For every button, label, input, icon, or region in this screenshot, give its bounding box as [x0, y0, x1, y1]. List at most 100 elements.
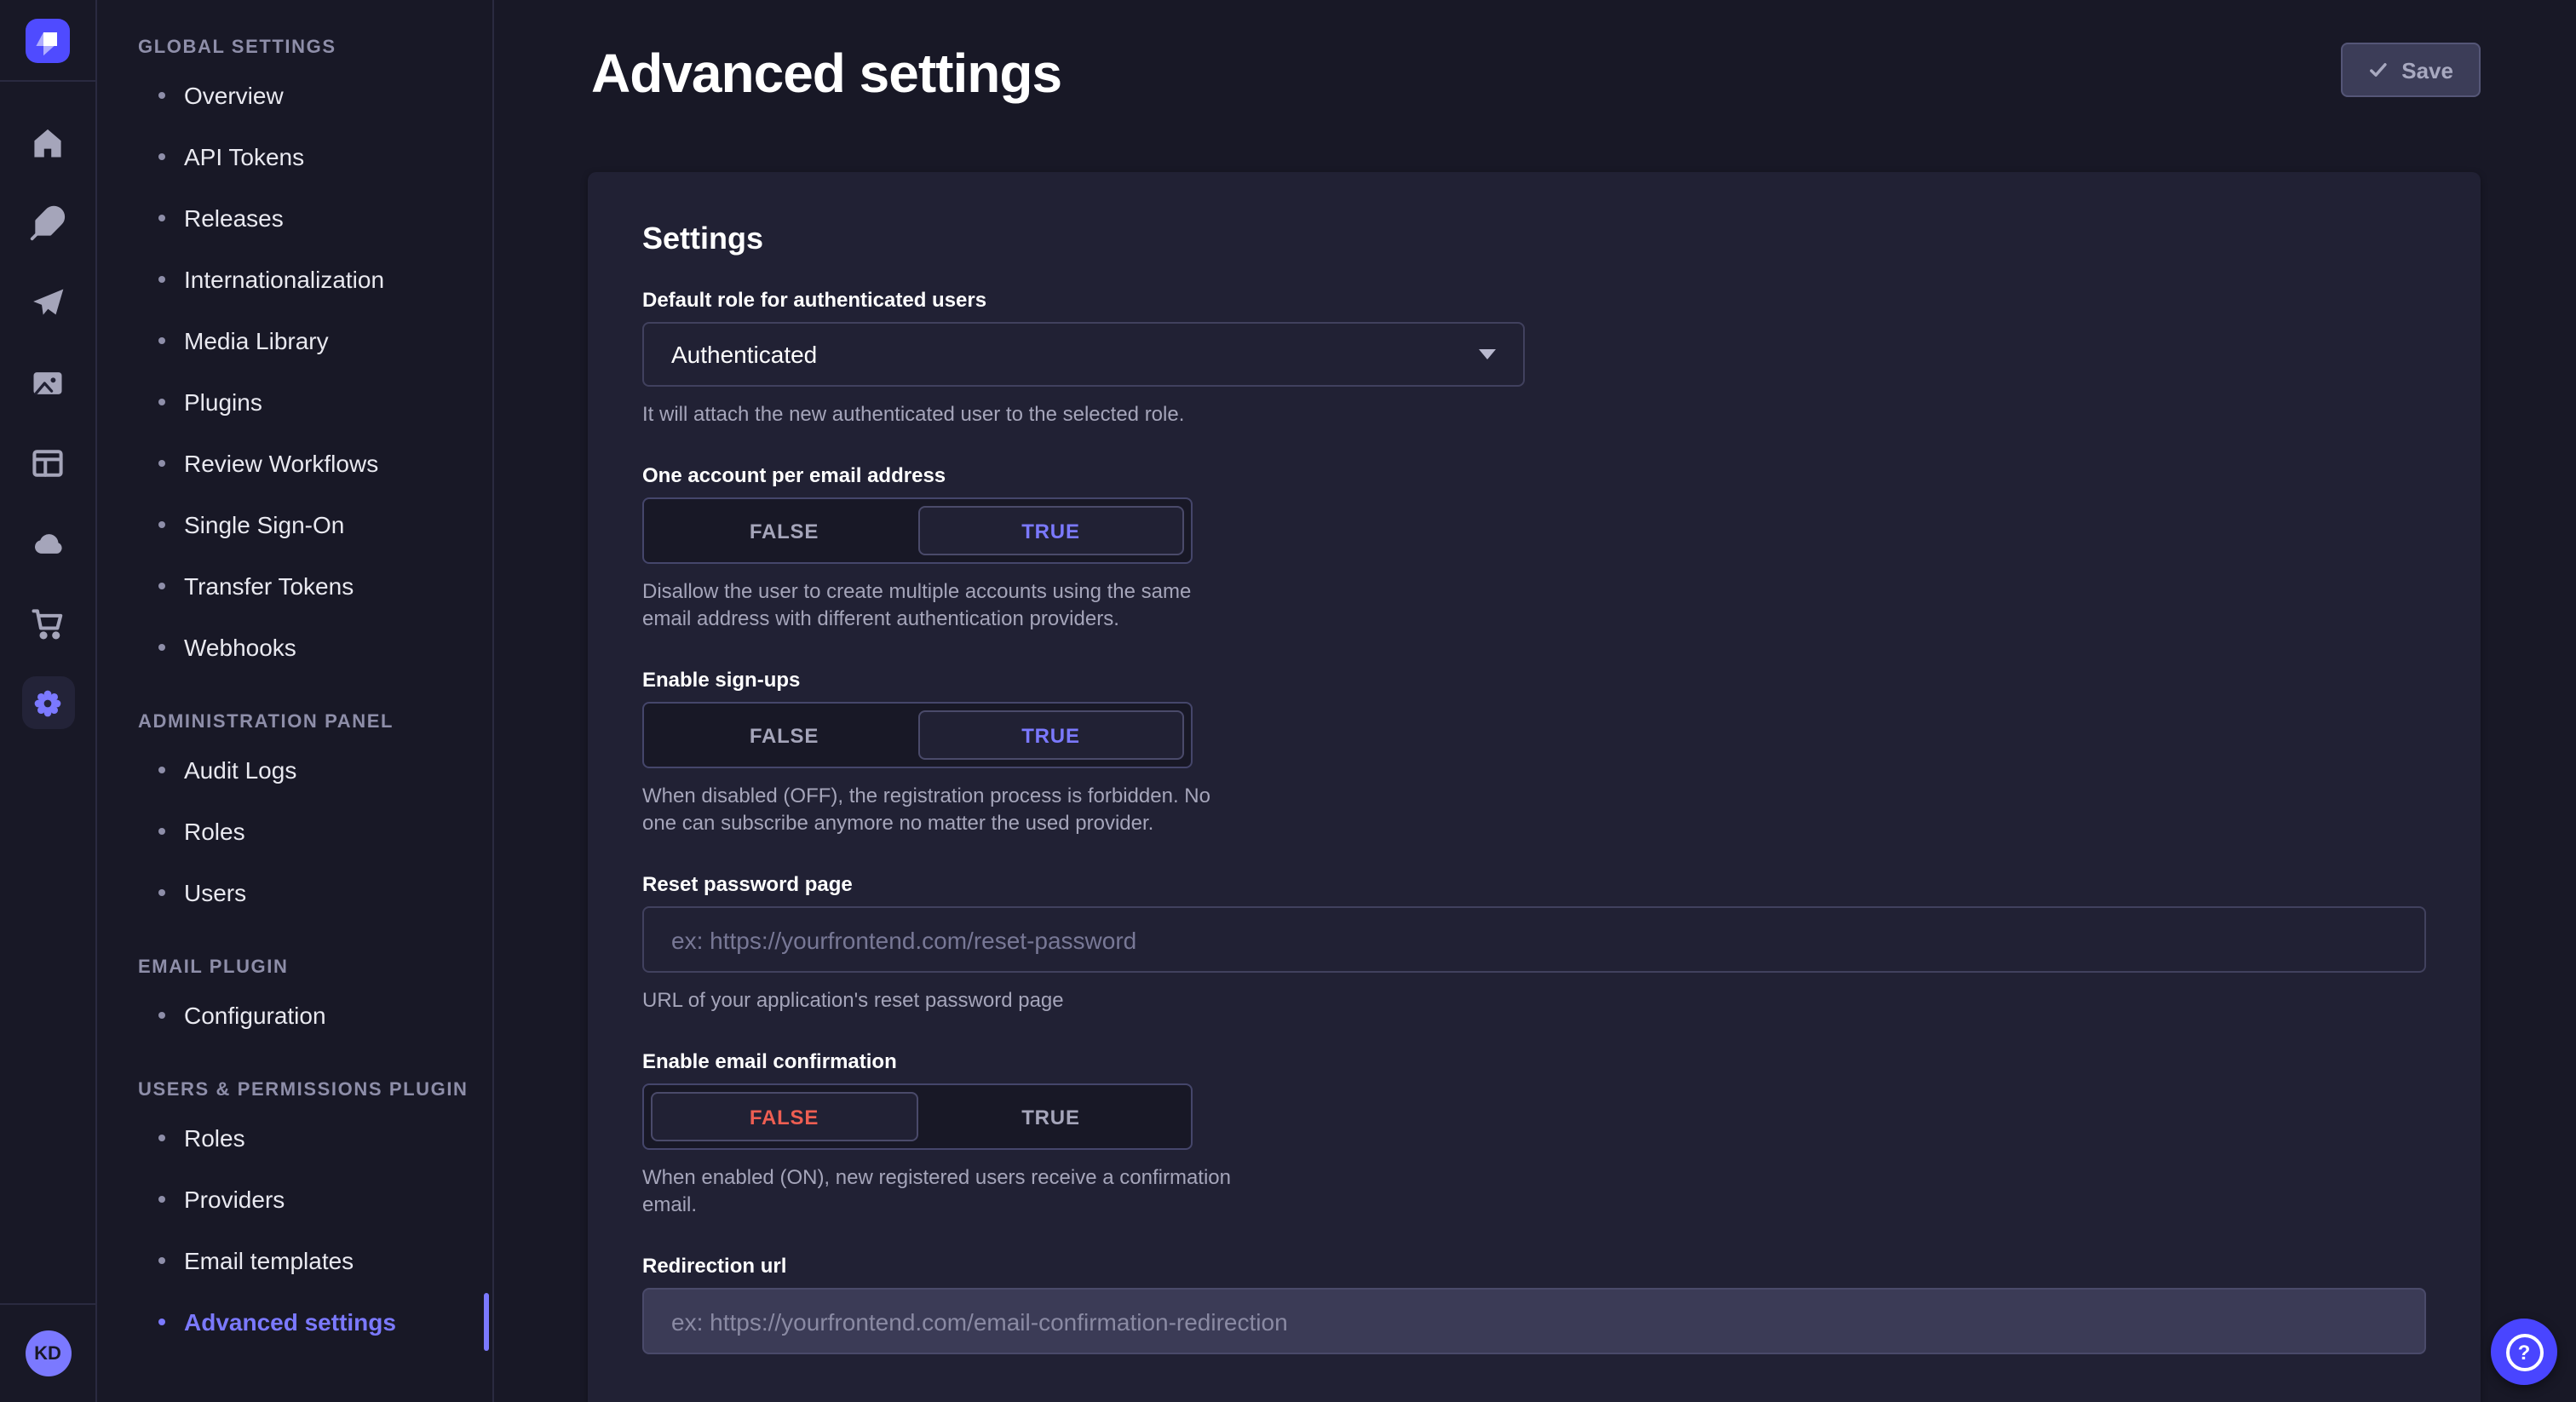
field-label: Enable sign-ups: [642, 668, 2426, 693]
toggle-false-option[interactable]: FALSE: [651, 506, 917, 555]
field-label: Redirection url: [642, 1254, 2426, 1279]
sidebar-item-email-templates[interactable]: Email templates: [138, 1230, 492, 1291]
section-title-email-plugin: EMAIL PLUGIN: [138, 954, 492, 981]
field-hint: It will attach the new authenticated use…: [642, 400, 2426, 428]
toggle-true-option[interactable]: TRUE: [917, 710, 1184, 760]
section-title-administration-panel: ADMINISTRATION PANEL: [138, 709, 492, 736]
sidebar-item-admin-users[interactable]: Users: [138, 862, 492, 923]
strapi-admin-app: KD GLOBAL SETTINGS Overview API Tokens R…: [0, 0, 2576, 1402]
paper-plane-icon[interactable]: [0, 262, 96, 342]
sidebar-item-label: Webhooks: [184, 634, 296, 661]
sidebar-item-audit-logs[interactable]: Audit Logs: [138, 739, 492, 801]
sidebar-item-admin-roles[interactable]: Roles: [138, 801, 492, 862]
email-confirmation-toggle: FALSE TRUE: [642, 1083, 1193, 1150]
divider: [0, 80, 96, 82]
sidebar-item-single-sign-on[interactable]: Single Sign-On: [138, 494, 492, 555]
redirection-url-input[interactable]: [642, 1288, 2426, 1354]
field-label: One account per email address: [642, 463, 2426, 489]
active-icon-highlight: [21, 676, 74, 729]
one-account-toggle: FALSE TRUE: [642, 497, 1193, 564]
field-label: Reset password page: [642, 872, 2426, 898]
bullet-icon: [158, 828, 165, 835]
main-content: Advanced settings Save Settings Default …: [494, 0, 2576, 1402]
sidebar-item-label: Review Workflows: [184, 450, 378, 477]
help-button[interactable]: ?: [2491, 1319, 2557, 1385]
field-hint: URL of your application's reset password…: [642, 986, 2426, 1014]
sidebar-item-label: Transfer Tokens: [184, 572, 354, 600]
sidebar-item-providers[interactable]: Providers: [138, 1169, 492, 1230]
field-one-account-per-email: One account per email address FALSE TRUE…: [642, 463, 2426, 632]
bullet-icon: [158, 889, 165, 896]
sidebar-item-api-tokens[interactable]: API Tokens: [138, 126, 492, 187]
strapi-logo-icon[interactable]: [26, 19, 70, 63]
sidebar-item-transfer-tokens[interactable]: Transfer Tokens: [138, 555, 492, 617]
sidebar-item-label: Providers: [184, 1186, 285, 1213]
card-title: Settings: [642, 221, 2426, 257]
user-avatar[interactable]: KD: [25, 1330, 71, 1376]
question-mark-icon: ?: [2505, 1333, 2543, 1370]
sidebar-item-label: Media Library: [184, 327, 329, 354]
layout-icon[interactable]: [0, 422, 96, 503]
sidebar-item-media-library[interactable]: Media Library: [138, 310, 492, 371]
sidebar-item-label: Configuration: [184, 1002, 326, 1029]
sidebar-item-label: Overview: [184, 82, 284, 109]
sidebar-item-label: Releases: [184, 204, 284, 232]
sidebar-item-review-workflows[interactable]: Review Workflows: [138, 433, 492, 494]
field-enable-email-confirmation: Enable email confirmation FALSE TRUE Whe…: [642, 1049, 2426, 1218]
sidebar-item-email-configuration[interactable]: Configuration: [138, 985, 492, 1046]
save-button[interactable]: Save: [2340, 43, 2481, 97]
bullet-icon: [158, 521, 165, 528]
bullet-icon: [158, 1257, 165, 1264]
toggle-true-option[interactable]: TRUE: [917, 506, 1184, 555]
cloud-icon[interactable]: [0, 503, 96, 583]
bullet-icon: [158, 1135, 165, 1141]
bullet-icon: [158, 1012, 165, 1019]
toggle-false-option[interactable]: FALSE: [651, 1092, 917, 1141]
field-reset-password-page: Reset password page URL of your applicat…: [642, 872, 2426, 1014]
icon-sidebar: KD: [0, 0, 97, 1402]
sidebar-item-advanced-settings[interactable]: Advanced settings: [138, 1291, 492, 1353]
feather-icon[interactable]: [0, 182, 96, 262]
bullet-icon: [158, 583, 165, 589]
bullet-icon: [158, 399, 165, 405]
sidebar-item-webhooks[interactable]: Webhooks: [138, 617, 492, 678]
sidebar-item-internationalization[interactable]: Internationalization: [138, 249, 492, 310]
section-title-global-settings: GLOBAL SETTINGS: [138, 34, 492, 61]
check-icon: [2367, 60, 2388, 80]
toggle-false-option[interactable]: FALSE: [651, 710, 917, 760]
sidebar-item-label: Audit Logs: [184, 756, 296, 784]
sidebar-item-label: Single Sign-On: [184, 511, 344, 538]
toggle-true-option[interactable]: TRUE: [917, 1092, 1184, 1141]
bullet-icon: [158, 337, 165, 344]
default-role-select[interactable]: Authenticated: [642, 322, 1525, 387]
divider: [0, 1303, 96, 1305]
field-hint: When enabled (ON), new registered users …: [642, 1164, 1239, 1218]
sidebar-item-label: Plugins: [184, 388, 262, 416]
field-label: Default role for authenticated users: [642, 288, 2426, 313]
field-default-role: Default role for authenticated users Aut…: [642, 288, 2426, 428]
home-icon[interactable]: [0, 102, 96, 182]
bullet-icon: [158, 215, 165, 221]
cart-icon[interactable]: [0, 583, 96, 663]
bullet-icon: [158, 460, 165, 467]
sidebar-item-label: Advanced settings: [184, 1308, 396, 1336]
reset-password-input[interactable]: [642, 906, 2426, 973]
field-hint: When disabled (OFF), the registration pr…: [642, 782, 1239, 836]
page-header: Advanced settings Save: [494, 0, 2576, 106]
sidebar-item-plugins[interactable]: Plugins: [138, 371, 492, 433]
section-title-users-permissions-plugin: USERS & PERMISSIONS PLUGIN: [138, 1077, 492, 1104]
sidebar-item-up-roles[interactable]: Roles: [138, 1107, 492, 1169]
sidebar-item-label: API Tokens: [184, 143, 304, 170]
field-label: Enable email confirmation: [642, 1049, 2426, 1075]
sidebar-item-releases[interactable]: Releases: [138, 187, 492, 249]
field-enable-sign-ups: Enable sign-ups FALSE TRUE When disabled…: [642, 668, 2426, 836]
sidebar-item-label: Users: [184, 879, 246, 906]
pictures-icon[interactable]: [0, 342, 96, 422]
settings-card: Settings Default role for authenticated …: [588, 172, 2481, 1402]
sidebar-item-overview[interactable]: Overview: [138, 65, 492, 126]
bullet-icon: [158, 644, 165, 651]
chevron-down-icon: [1479, 349, 1496, 359]
settings-sidebar: GLOBAL SETTINGS Overview API Tokens Rele…: [97, 0, 494, 1402]
settings-gear-icon[interactable]: [0, 663, 96, 743]
bullet-icon: [158, 1319, 165, 1325]
